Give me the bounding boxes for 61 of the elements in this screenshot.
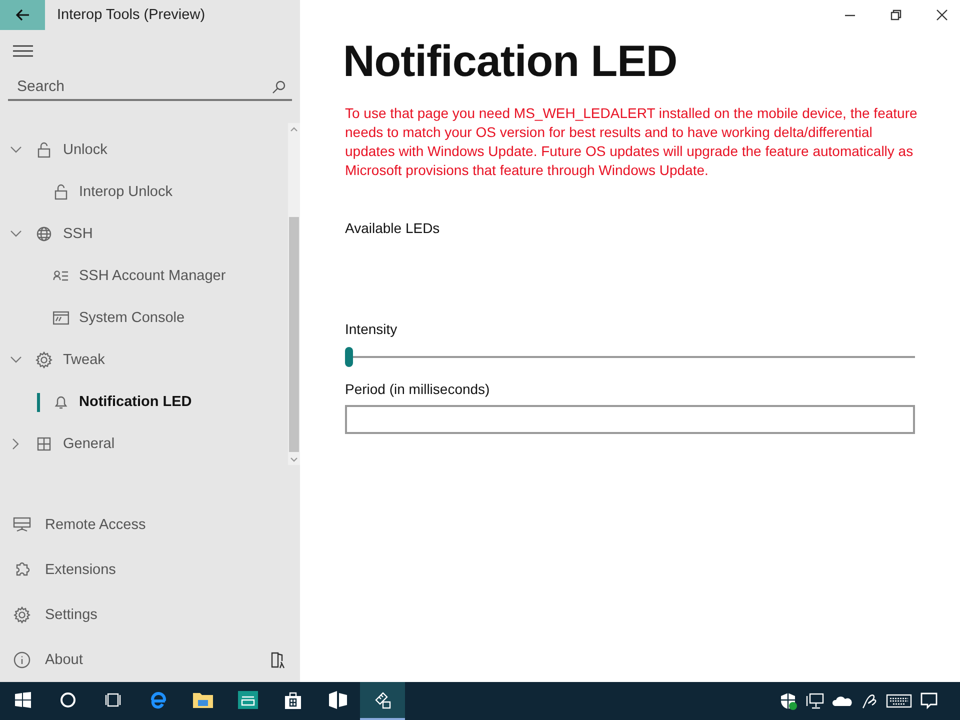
scroll-up-icon (290, 126, 298, 132)
monitor-icon (13, 516, 31, 532)
start-icon (14, 691, 32, 709)
menu-button[interactable] (12, 43, 34, 58)
nav-item[interactable]: About (0, 637, 300, 682)
folder-icon (192, 691, 214, 709)
bell-icon (54, 394, 68, 410)
task-view-icon (102, 692, 122, 708)
nav-item[interactable]: Notification LED (0, 381, 288, 423)
close-icon (936, 9, 948, 21)
gear-icon (35, 351, 53, 369)
page-title: Notification LED (343, 36, 678, 88)
nav-item[interactable]: Remote Access (0, 502, 300, 547)
nav-group-item[interactable]: General (0, 423, 288, 465)
scrollbar-thumb[interactable] (289, 217, 299, 452)
cloud-icon (832, 695, 852, 707)
pen-icon (860, 692, 878, 710)
intensity-slider[interactable] (345, 347, 915, 367)
period-field[interactable] (345, 405, 915, 434)
pen-ruler-icon (372, 690, 392, 710)
contact-list-icon (53, 270, 69, 282)
shield-icon (780, 692, 798, 710)
feedback-icon (270, 650, 286, 668)
notification-icon (920, 692, 938, 710)
nav-item[interactable]: System Console (0, 297, 288, 339)
nav-group-item[interactable]: Unlock (0, 129, 288, 171)
search-field[interactable]: Search (17, 78, 272, 96)
restore-icon (890, 9, 902, 21)
nav-group-item[interactable]: Tweak (0, 339, 288, 381)
app-title: Interop Tools (Preview) (57, 7, 206, 23)
nav-item[interactable]: SSH Account Manager (0, 255, 288, 297)
panels-icon (326, 690, 348, 710)
network-icon (806, 693, 824, 709)
lock-icon (37, 142, 51, 158)
console-icon (53, 311, 69, 325)
nav-item[interactable]: Settings (0, 592, 300, 637)
app-tile-icon (236, 690, 258, 710)
gear-icon (13, 606, 31, 624)
leds-label: Available LEDs (345, 220, 441, 236)
lock-icon (54, 184, 68, 200)
nav-item[interactable]: Extensions (0, 547, 300, 592)
taskbar-button[interactable] (360, 682, 405, 720)
back-arrow-icon (16, 9, 30, 21)
slider-thumb[interactable] (345, 347, 353, 367)
warning-text: To use that page you need MS_WEH_LEDALERT installed on the mobile device, the feature needs to match your OS version for best results and to have working delta/differential updates with Windows Update. Future OS updates will upgrade the feature automatically as Microsoft provisions that feature through Windows Update. (345, 104, 918, 180)
intensity-label: Intensity (345, 321, 398, 337)
globe-icon (36, 226, 52, 242)
search-icon (272, 80, 286, 94)
info-icon (13, 650, 31, 668)
nav-item[interactable]: Interop Unlock (0, 171, 288, 213)
period-label: Period (in milliseconds) (345, 381, 491, 397)
store-icon (282, 690, 302, 710)
scroll-down-icon (290, 457, 298, 463)
puzzle-icon (14, 560, 30, 578)
menu-icon (13, 44, 33, 57)
back-button[interactable] (0, 0, 45, 30)
nav-group-item[interactable]: SSH (0, 213, 288, 255)
grid-icon (37, 437, 51, 451)
search-circle-icon (58, 691, 76, 709)
scrollbar[interactable] (288, 123, 300, 465)
keyboard-icon (886, 694, 912, 708)
